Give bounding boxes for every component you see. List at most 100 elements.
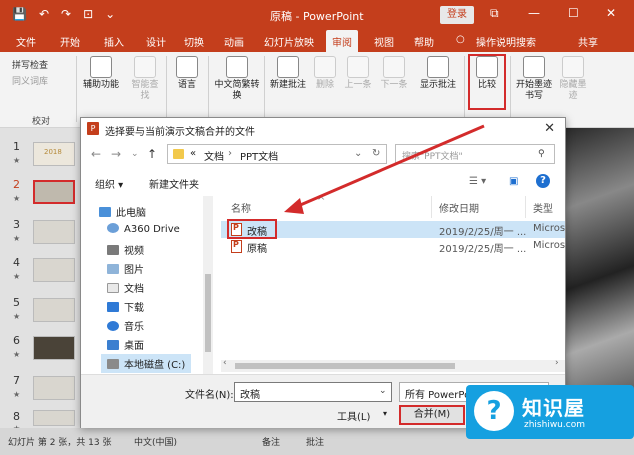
tab-help[interactable]: 帮助 [414,34,434,49]
file-list-header: 名称 ^ 修改日期 类型 [221,196,565,218]
lightbulb-icon: ○ [456,34,465,45]
tab-animations[interactable]: 动画 [224,34,244,49]
share-button[interactable]: 共享 [578,34,598,49]
nav-music[interactable]: 音乐 [107,318,144,333]
tab-design[interactable]: 设计 [146,34,166,49]
view-options-icon[interactable]: ☰ ▾ [469,176,486,187]
language-button[interactable]: 语言 [172,56,202,91]
minimize-button[interactable]: — [528,6,540,20]
preview-pane-icon[interactable]: ▣ [509,176,518,187]
close-button[interactable]: ✕ [606,6,616,20]
desktop-icon [107,340,119,350]
scroll-left-icon[interactable]: ‹ [223,358,227,368]
tab-review[interactable]: 审阅 [326,30,358,52]
column-name-header[interactable]: 名称 [231,200,251,215]
file-date: 2019/2/25/周一 ... [439,244,527,255]
nav-a360-drive[interactable]: A360 Drive [107,223,180,235]
slide-count-status: 幻灯片 第 2 张，共 13 张 [8,438,112,448]
tab-transitions[interactable]: 切换 [184,34,204,49]
column-divider [431,196,432,218]
tab-file[interactable]: 文件 [16,34,36,49]
login-button[interactable]: 登录 [440,6,474,24]
slide-thumbnail-selected[interactable] [33,180,75,204]
show-comments-button[interactable]: 显示批注 [416,56,460,91]
dialog-close-icon[interactable]: ✕ [544,121,555,136]
slide-canvas-photo[interactable] [565,128,634,428]
nav-this-pc[interactable]: 此电脑 [99,204,146,219]
breadcrumb-documents[interactable]: 文档 [204,148,224,163]
nav-desktop[interactable]: 桌面 [107,337,144,352]
slide-thumbnail[interactable] [33,220,75,244]
cloud-drive-icon [107,223,119,233]
tab-view[interactable]: 视图 [374,34,394,49]
merge-button[interactable]: 合并(M) [399,405,465,425]
accessibility-button[interactable]: 辅助功能 [82,56,120,91]
tools-dropdown-icon[interactable]: ▾ [383,409,387,418]
next-comment-button[interactable]: 下一条 [378,56,410,91]
column-date-header[interactable]: 修改日期 [439,200,479,215]
recent-locations-icon[interactable]: ⌄ [131,149,139,159]
filename-input[interactable]: 改稿 ⌄ [234,382,392,402]
horizontal-scrollbar-thumb[interactable] [235,363,455,369]
nav-local-disk-c[interactable]: 本地磁盘 (C:) [101,354,192,373]
nav-downloads[interactable]: 下载 [107,299,144,314]
slide-thumbnail[interactable] [33,258,75,282]
nav-videos[interactable]: 视频 [107,242,144,257]
slide-thumbnail[interactable]: 2018 [33,142,75,166]
nav-scrollbar[interactable] [203,196,213,374]
notes-button[interactable]: 备注 [262,435,280,448]
start-inking-button[interactable]: 开始墨迹书写 [514,56,554,102]
help-icon[interactable]: ? [536,174,550,188]
save-icon[interactable]: 💾 [12,7,27,21]
scroll-right-icon[interactable]: › [555,358,559,368]
column-type-header[interactable]: 类型 [533,200,553,215]
nav-scrollbar-thumb[interactable] [205,274,211,352]
hide-ink-button[interactable]: 隐藏墨迹 [558,56,588,102]
tools-dropdown[interactable]: 工具(L) [337,408,370,423]
language-status[interactable]: 中文(中国) [134,435,177,448]
slide-thumbnail[interactable] [33,376,75,400]
file-row-yuangao[interactable]: 原稿 2019/2/25/周一 ... Micros [221,238,565,255]
file-list-horizontal-scrollbar[interactable]: ‹ › [221,358,565,372]
address-bar[interactable]: « 文档 › PPT文档 ⌄ ↻ [167,144,387,164]
slide-thumbnail[interactable] [33,298,75,322]
breadcrumb-ppt-folder[interactable]: PPT文档 [240,148,278,163]
chinese-convert-button[interactable]: 中文简繁转换 [214,56,260,102]
slide-number: 2 [13,178,20,191]
forward-arrow-icon[interactable]: → [111,147,121,161]
watermark-logo: ? [474,391,514,431]
address-dropdown-icon[interactable]: ⌄ [354,148,362,159]
tab-home[interactable]: 开始 [60,34,80,49]
nav-pictures[interactable]: 图片 [107,261,144,276]
tab-insert[interactable]: 插入 [104,34,124,49]
customize-qat-icon[interactable]: ⌄ [105,7,115,21]
up-arrow-icon[interactable]: ↑ [147,147,157,161]
refresh-icon[interactable]: ↻ [372,148,380,159]
present-icon[interactable]: ⊡ [83,7,93,21]
new-folder-button[interactable]: 新建文件夹 [149,176,199,191]
comments-button[interactable]: 批注 [306,435,324,448]
thesaurus-button[interactable]: 同义词库 [12,74,48,87]
transition-star-icon: ★ [13,390,21,399]
new-comment-button[interactable]: 新建批注 [268,56,308,91]
previous-comment-button[interactable]: 上一条 [342,56,374,91]
search-input[interactable]: 搜索"PPT文档" ⚲ [395,144,555,164]
spell-check-button[interactable]: 拼写检查 [12,58,48,71]
ribbon-tabs: 文件 开始 插入 设计 切换 动画 幻灯片放映 审阅 视图 帮助 ○ 操作说明搜… [0,30,634,52]
tab-slideshow[interactable]: 幻灯片放映 [264,34,314,49]
undo-icon[interactable]: ↶ [39,7,49,21]
organize-button[interactable]: 组织 ▾ [95,176,123,191]
ribbon-display-icon[interactable]: ⧉ [490,6,499,21]
transition-star-icon: ★ [13,156,21,165]
slide-thumbnail[interactable] [33,410,75,426]
slide-thumbnail[interactable] [33,336,75,360]
filename-dropdown-icon[interactable]: ⌄ [379,386,387,396]
back-arrow-icon[interactable]: ← [91,147,101,161]
maximize-button[interactable]: ☐ [568,6,579,20]
slide-number: 6 [13,334,20,347]
nav-documents[interactable]: 文档 [107,280,144,295]
smart-lookup-button[interactable]: 智能查找 [128,56,162,102]
tell-me-search[interactable]: 操作说明搜索 [476,34,536,49]
redo-icon[interactable]: ↷ [61,7,71,21]
delete-comment-button[interactable]: 删除 [312,56,338,91]
